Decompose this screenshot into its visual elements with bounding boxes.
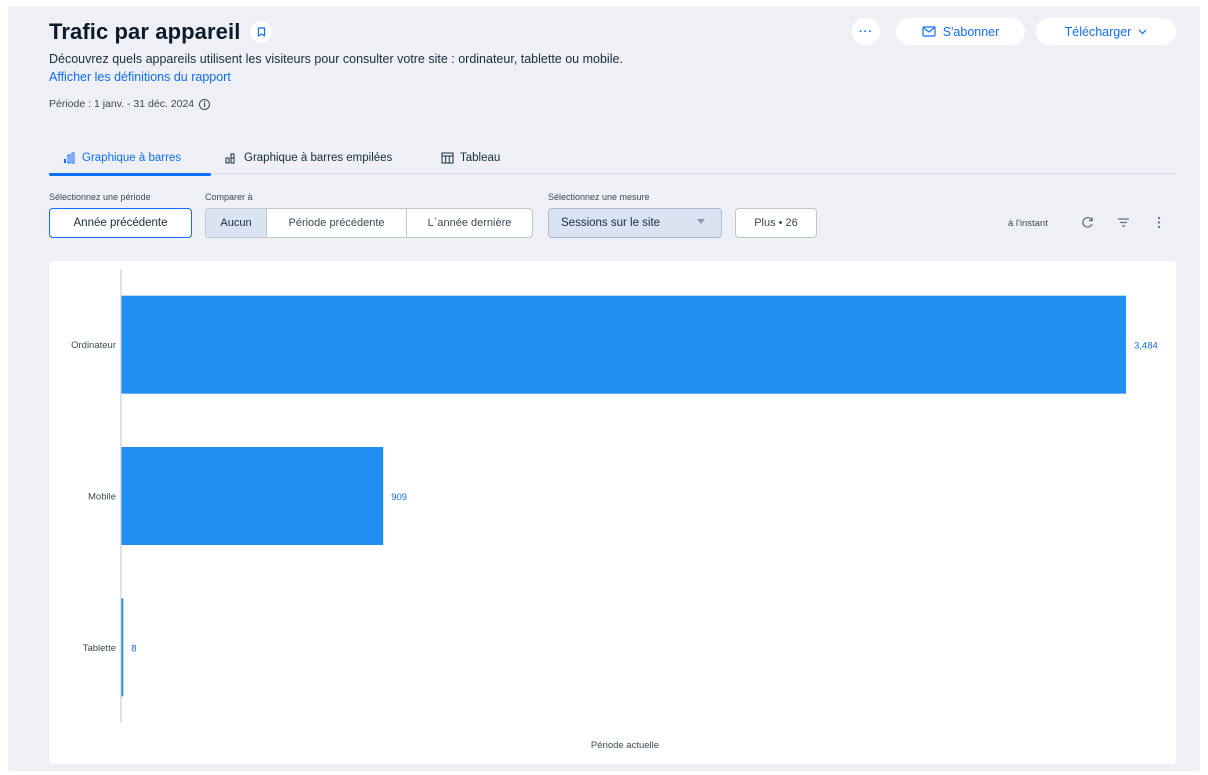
subscribe-label: S'abonner <box>942 24 1000 39</box>
chart-card: Ordinateur 3,484 Mobile 909 Tablette 8 Période… <box>49 261 1176 764</box>
value-label-ordinateur: 3,484 <box>1134 341 1158 352</box>
compare-option-previous-period[interactable]: Période précédente <box>266 209 406 237</box>
category-label-mobile: Mobile <box>88 492 116 503</box>
download-button[interactable]: Télécharger <box>1036 18 1176 45</box>
value-label-mobile: 909 <box>391 492 407 503</box>
bar-chart-icon <box>64 152 75 164</box>
bar-ordinateur[interactable] <box>121 295 1126 394</box>
period-label: Période : 1 janv. - 31 déc. 2024 <box>49 98 195 110</box>
chevron-down-icon <box>1138 29 1147 34</box>
value-label-tablette: 8 <box>131 643 136 654</box>
filter-icon <box>1117 217 1129 227</box>
download-label: Télécharger <box>1064 24 1132 39</box>
mail-icon <box>922 26 936 37</box>
refresh-button[interactable] <box>1076 211 1098 233</box>
bar-chart: Ordinateur 3,484 Mobile 909 Tablette 8 Période… <box>71 269 1158 751</box>
definitions-link[interactable]: Afficher les définitions du rapport <box>49 70 231 84</box>
tab-bar-chart[interactable]: Graphique à barres <box>49 142 211 176</box>
caret-down-icon <box>697 219 705 224</box>
table-icon <box>441 152 454 164</box>
info-icon[interactable]: i <box>199 98 211 110</box>
tab-table[interactable]: Tableau <box>441 142 500 174</box>
x-axis-label: Période actuelle <box>591 740 659 751</box>
subscribe-button[interactable]: S'abonner <box>896 18 1025 45</box>
period-text: Période : 1 janv. - 31 déc. 2024 i <box>49 98 211 110</box>
options-menu-button[interactable] <box>1148 211 1170 233</box>
more-actions-button[interactable]: ··· <box>852 18 880 45</box>
compare-option-none[interactable]: Aucun <box>206 209 266 237</box>
measure-dropdown[interactable]: Sessions sur le site <box>548 208 722 238</box>
refresh-icon <box>1081 216 1093 228</box>
more-measures-button[interactable]: Plus • 26 <box>735 208 817 238</box>
bar-mobile[interactable] <box>121 447 384 545</box>
period-select-label: Sélectionnez une période <box>49 192 151 202</box>
view-tabs: Graphique à barres Graphique à barres em… <box>49 142 1176 176</box>
compare-label: Comparer à <box>205 192 253 202</box>
last-updated-status: à l'instant <box>1008 218 1048 229</box>
report-page: Trafic par appareil Découvrez quels appa… <box>8 6 1200 771</box>
tab-table-label: Tableau <box>460 152 501 164</box>
tab-stacked-label: Graphique à barres empilées <box>244 152 393 164</box>
title-row: Trafic par appareil <box>49 19 273 45</box>
page-description: Découvrez quels appareils utilisent les … <box>49 52 623 66</box>
category-label-ordinateur: Ordinateur <box>71 340 116 351</box>
filter-button[interactable] <box>1112 211 1134 233</box>
vertical-dots-icon <box>1157 216 1161 228</box>
tab-stacked-bar-chart[interactable]: Graphique à barres empilées <box>225 142 392 174</box>
stacked-bar-icon <box>225 153 235 164</box>
period-select-button[interactable]: Année précédente <box>49 208 192 238</box>
measure-select-label: Sélectionnez une mesure <box>548 192 650 202</box>
category-label-tablette: Tablette <box>83 643 116 654</box>
bookmark-icon <box>257 27 266 37</box>
bookmark-button[interactable] <box>250 21 273 43</box>
measure-value: Sessions sur le site <box>561 217 661 229</box>
compare-option-last-year[interactable]: L`année dernière <box>406 209 532 237</box>
compare-segmented-control: Aucun Période précédente L`année dernièr… <box>205 208 533 238</box>
page-title: Trafic par appareil <box>49 19 241 44</box>
tab-bar-chart-label: Graphique à barres <box>82 152 182 164</box>
